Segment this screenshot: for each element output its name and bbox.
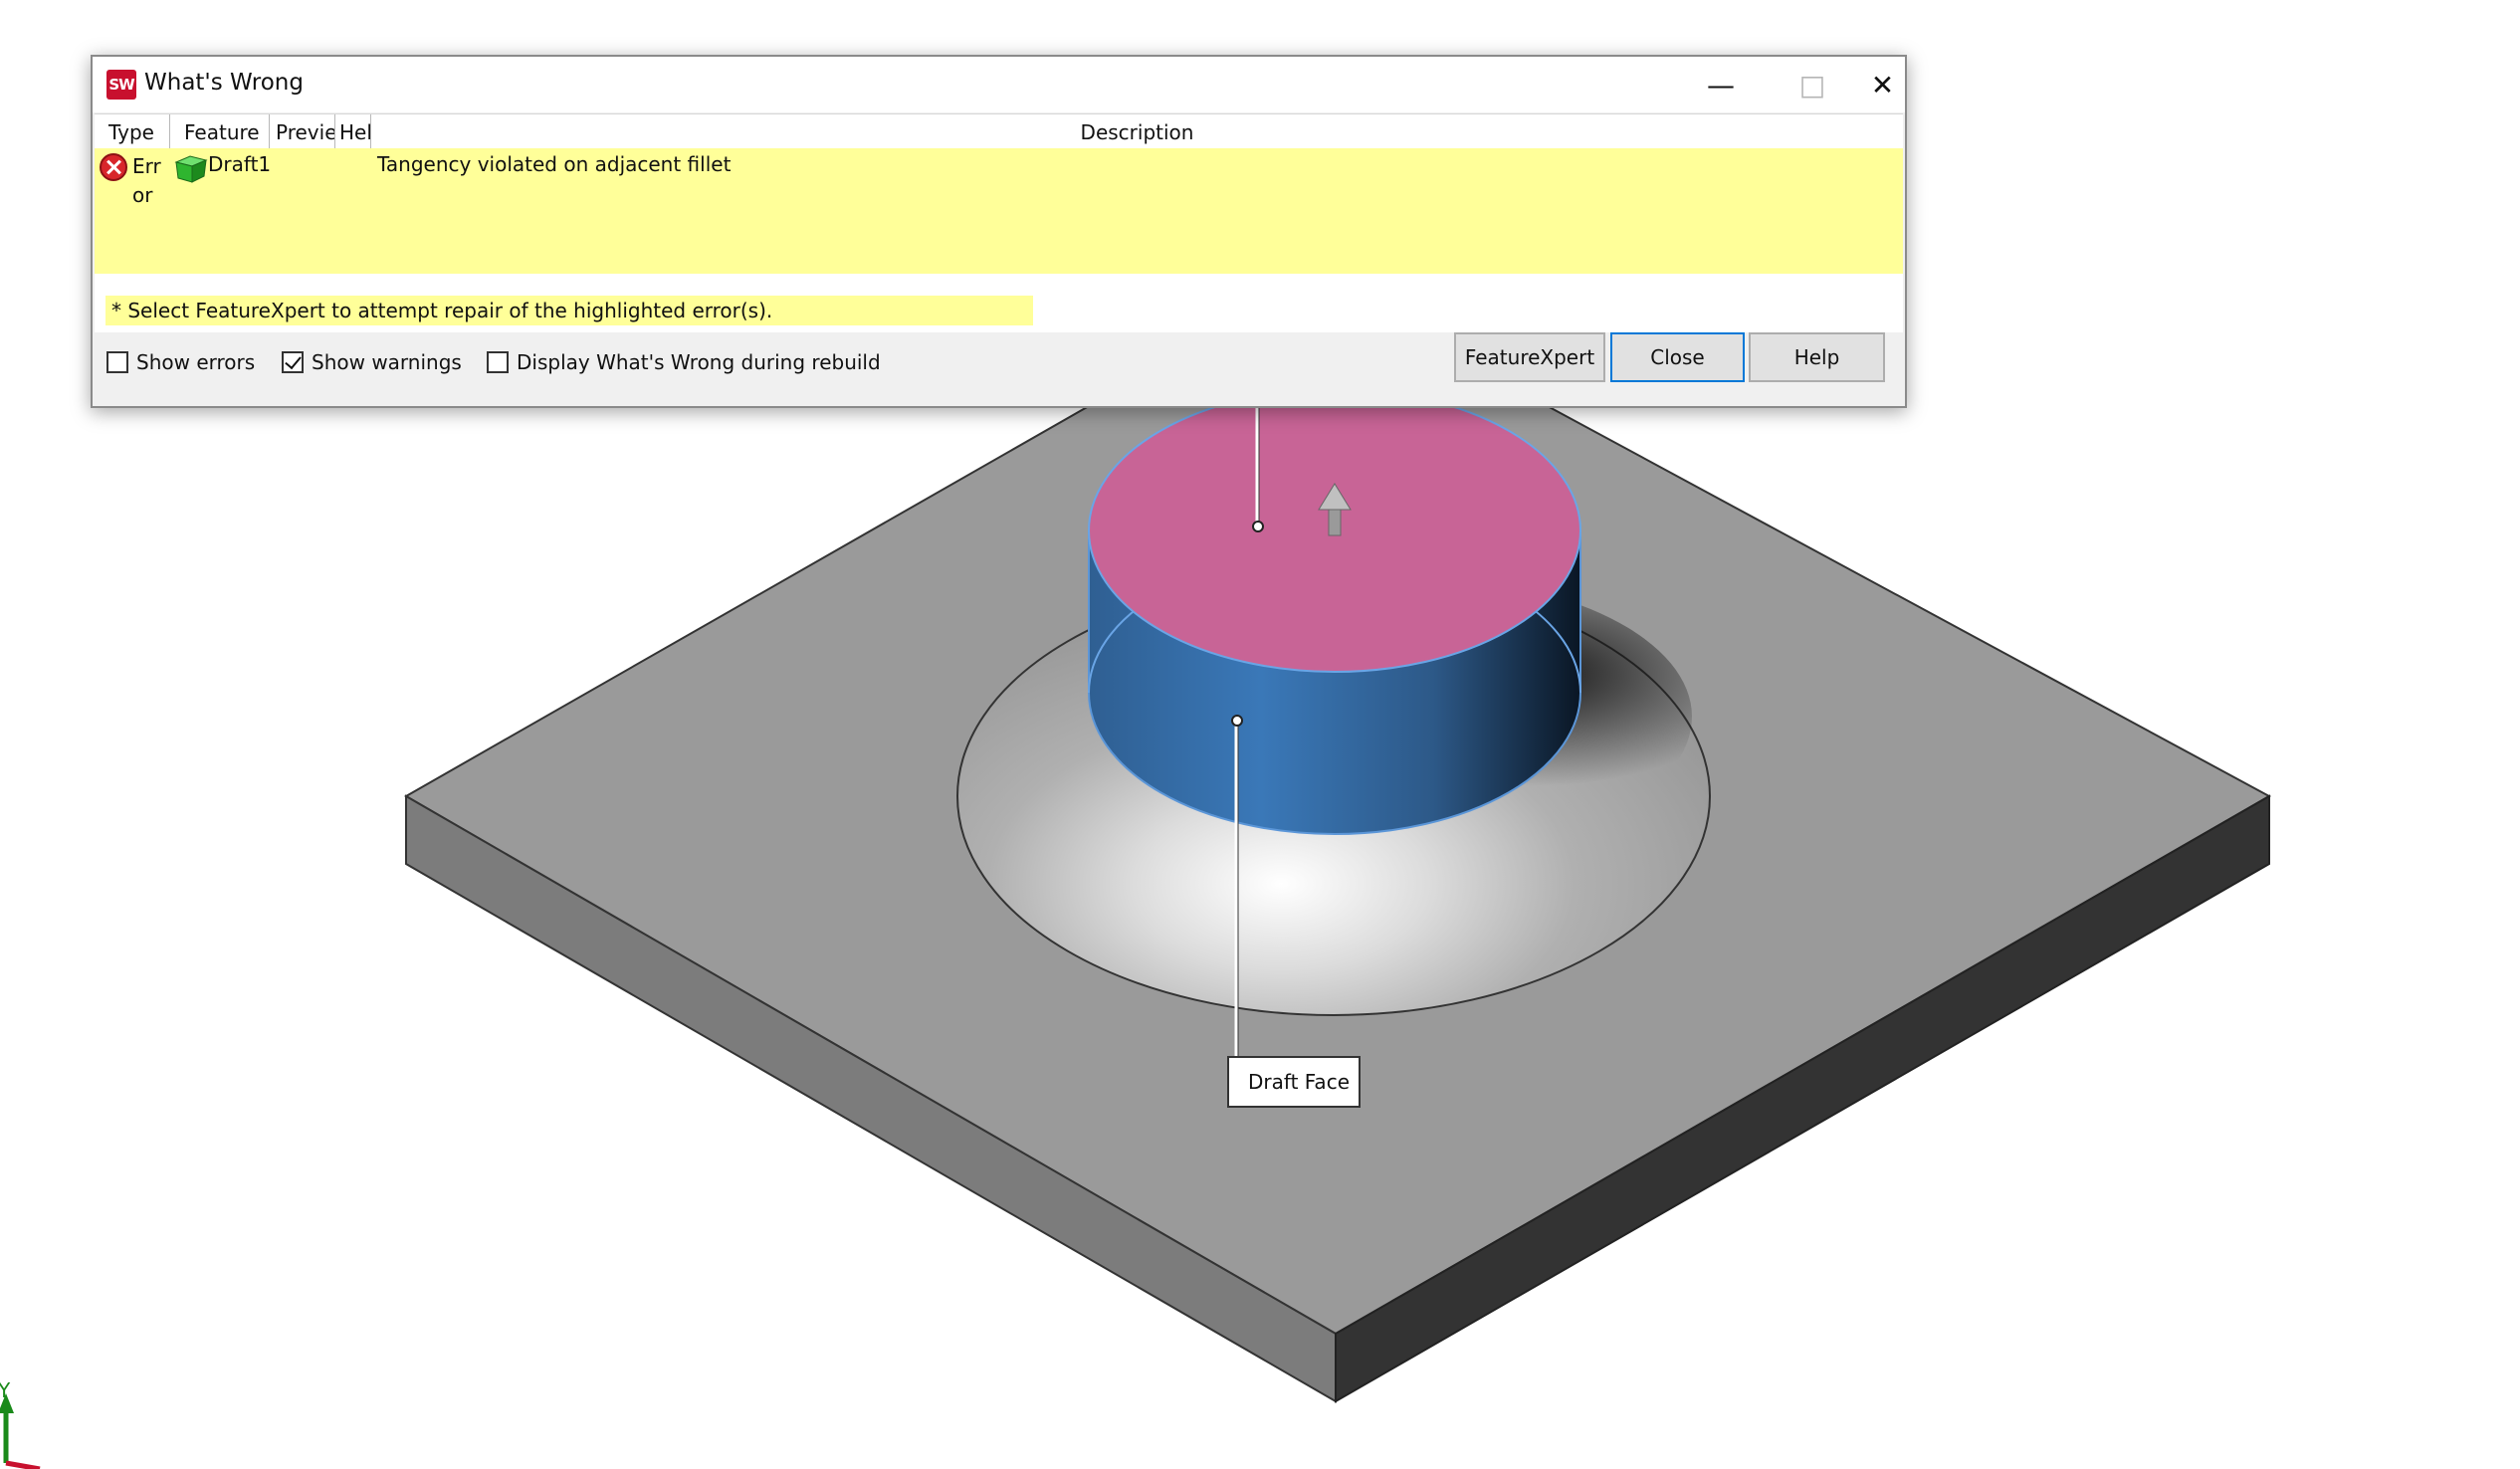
help-button[interactable]: Help bbox=[1749, 332, 1885, 382]
show-errors-checkbox[interactable]: Show errors bbox=[106, 347, 255, 377]
dialog-title: What's Wrong bbox=[144, 70, 304, 96]
featurexpert-button[interactable]: FeatureXpert bbox=[1454, 332, 1605, 382]
callout-label: Draft Face bbox=[1248, 1070, 1350, 1094]
leader-anchor-top bbox=[1252, 521, 1264, 532]
show-warnings-checkbox[interactable]: Show warnings bbox=[282, 347, 462, 377]
table-row[interactable]: Error Draft1 Tangency violated on adjace… bbox=[95, 148, 1903, 274]
row-description: Tangency violated on adjacent fillet bbox=[377, 152, 732, 176]
table-header: Type Feature Previe Hel Description bbox=[95, 113, 1903, 149]
minimize-icon: — bbox=[1707, 68, 1735, 102]
column-header-help[interactable]: Hel bbox=[335, 114, 371, 148]
display-during-rebuild-checkbox[interactable]: Display What's Wrong during rebuild bbox=[487, 347, 881, 377]
row-type: Error bbox=[132, 154, 161, 207]
leader-anchor-draft bbox=[1231, 715, 1243, 727]
maximize-button[interactable]: □ bbox=[1767, 57, 1858, 112]
title-bar[interactable]: SW What's Wrong — □ ✕ bbox=[93, 57, 1905, 112]
error-icon bbox=[100, 153, 127, 181]
featurexpert-hint: * Select FeatureXpert to attempt repair … bbox=[105, 296, 1033, 325]
show-errors-check[interactable] bbox=[106, 351, 128, 373]
close-button[interactable]: Close bbox=[1610, 332, 1745, 382]
row-feature: Draft1 bbox=[208, 152, 272, 176]
reference-triad[interactable]: Y bbox=[0, 1378, 41, 1469]
column-header-feature[interactable]: Feature bbox=[170, 114, 270, 148]
column-header-preview[interactable]: Previe bbox=[270, 114, 335, 148]
solidworks-logo-icon: SW bbox=[106, 70, 136, 100]
display-during-rebuild-label: Display What's Wrong during rebuild bbox=[517, 350, 881, 374]
triad-y-label: Y bbox=[0, 1378, 11, 1402]
close-icon: ✕ bbox=[1870, 68, 1895, 102]
draft-face-callout[interactable]: Draft Face bbox=[1227, 1056, 1361, 1108]
column-header-type[interactable]: Type bbox=[95, 114, 170, 148]
draft-feature-icon bbox=[174, 155, 208, 183]
show-errors-label: Show errors bbox=[136, 350, 256, 374]
column-header-description[interactable]: Description bbox=[371, 114, 1903, 148]
whats-wrong-dialog: SW What's Wrong — □ ✕ Type Feature Previ… bbox=[91, 55, 1907, 408]
minimize-button[interactable]: — bbox=[1675, 57, 1767, 112]
close-window-button[interactable]: ✕ bbox=[1858, 57, 1907, 112]
display-during-rebuild-check[interactable] bbox=[487, 351, 509, 373]
show-warnings-check[interactable] bbox=[282, 351, 304, 373]
show-warnings-label: Show warnings bbox=[312, 350, 462, 374]
maximize-icon: □ bbox=[1798, 68, 1826, 102]
